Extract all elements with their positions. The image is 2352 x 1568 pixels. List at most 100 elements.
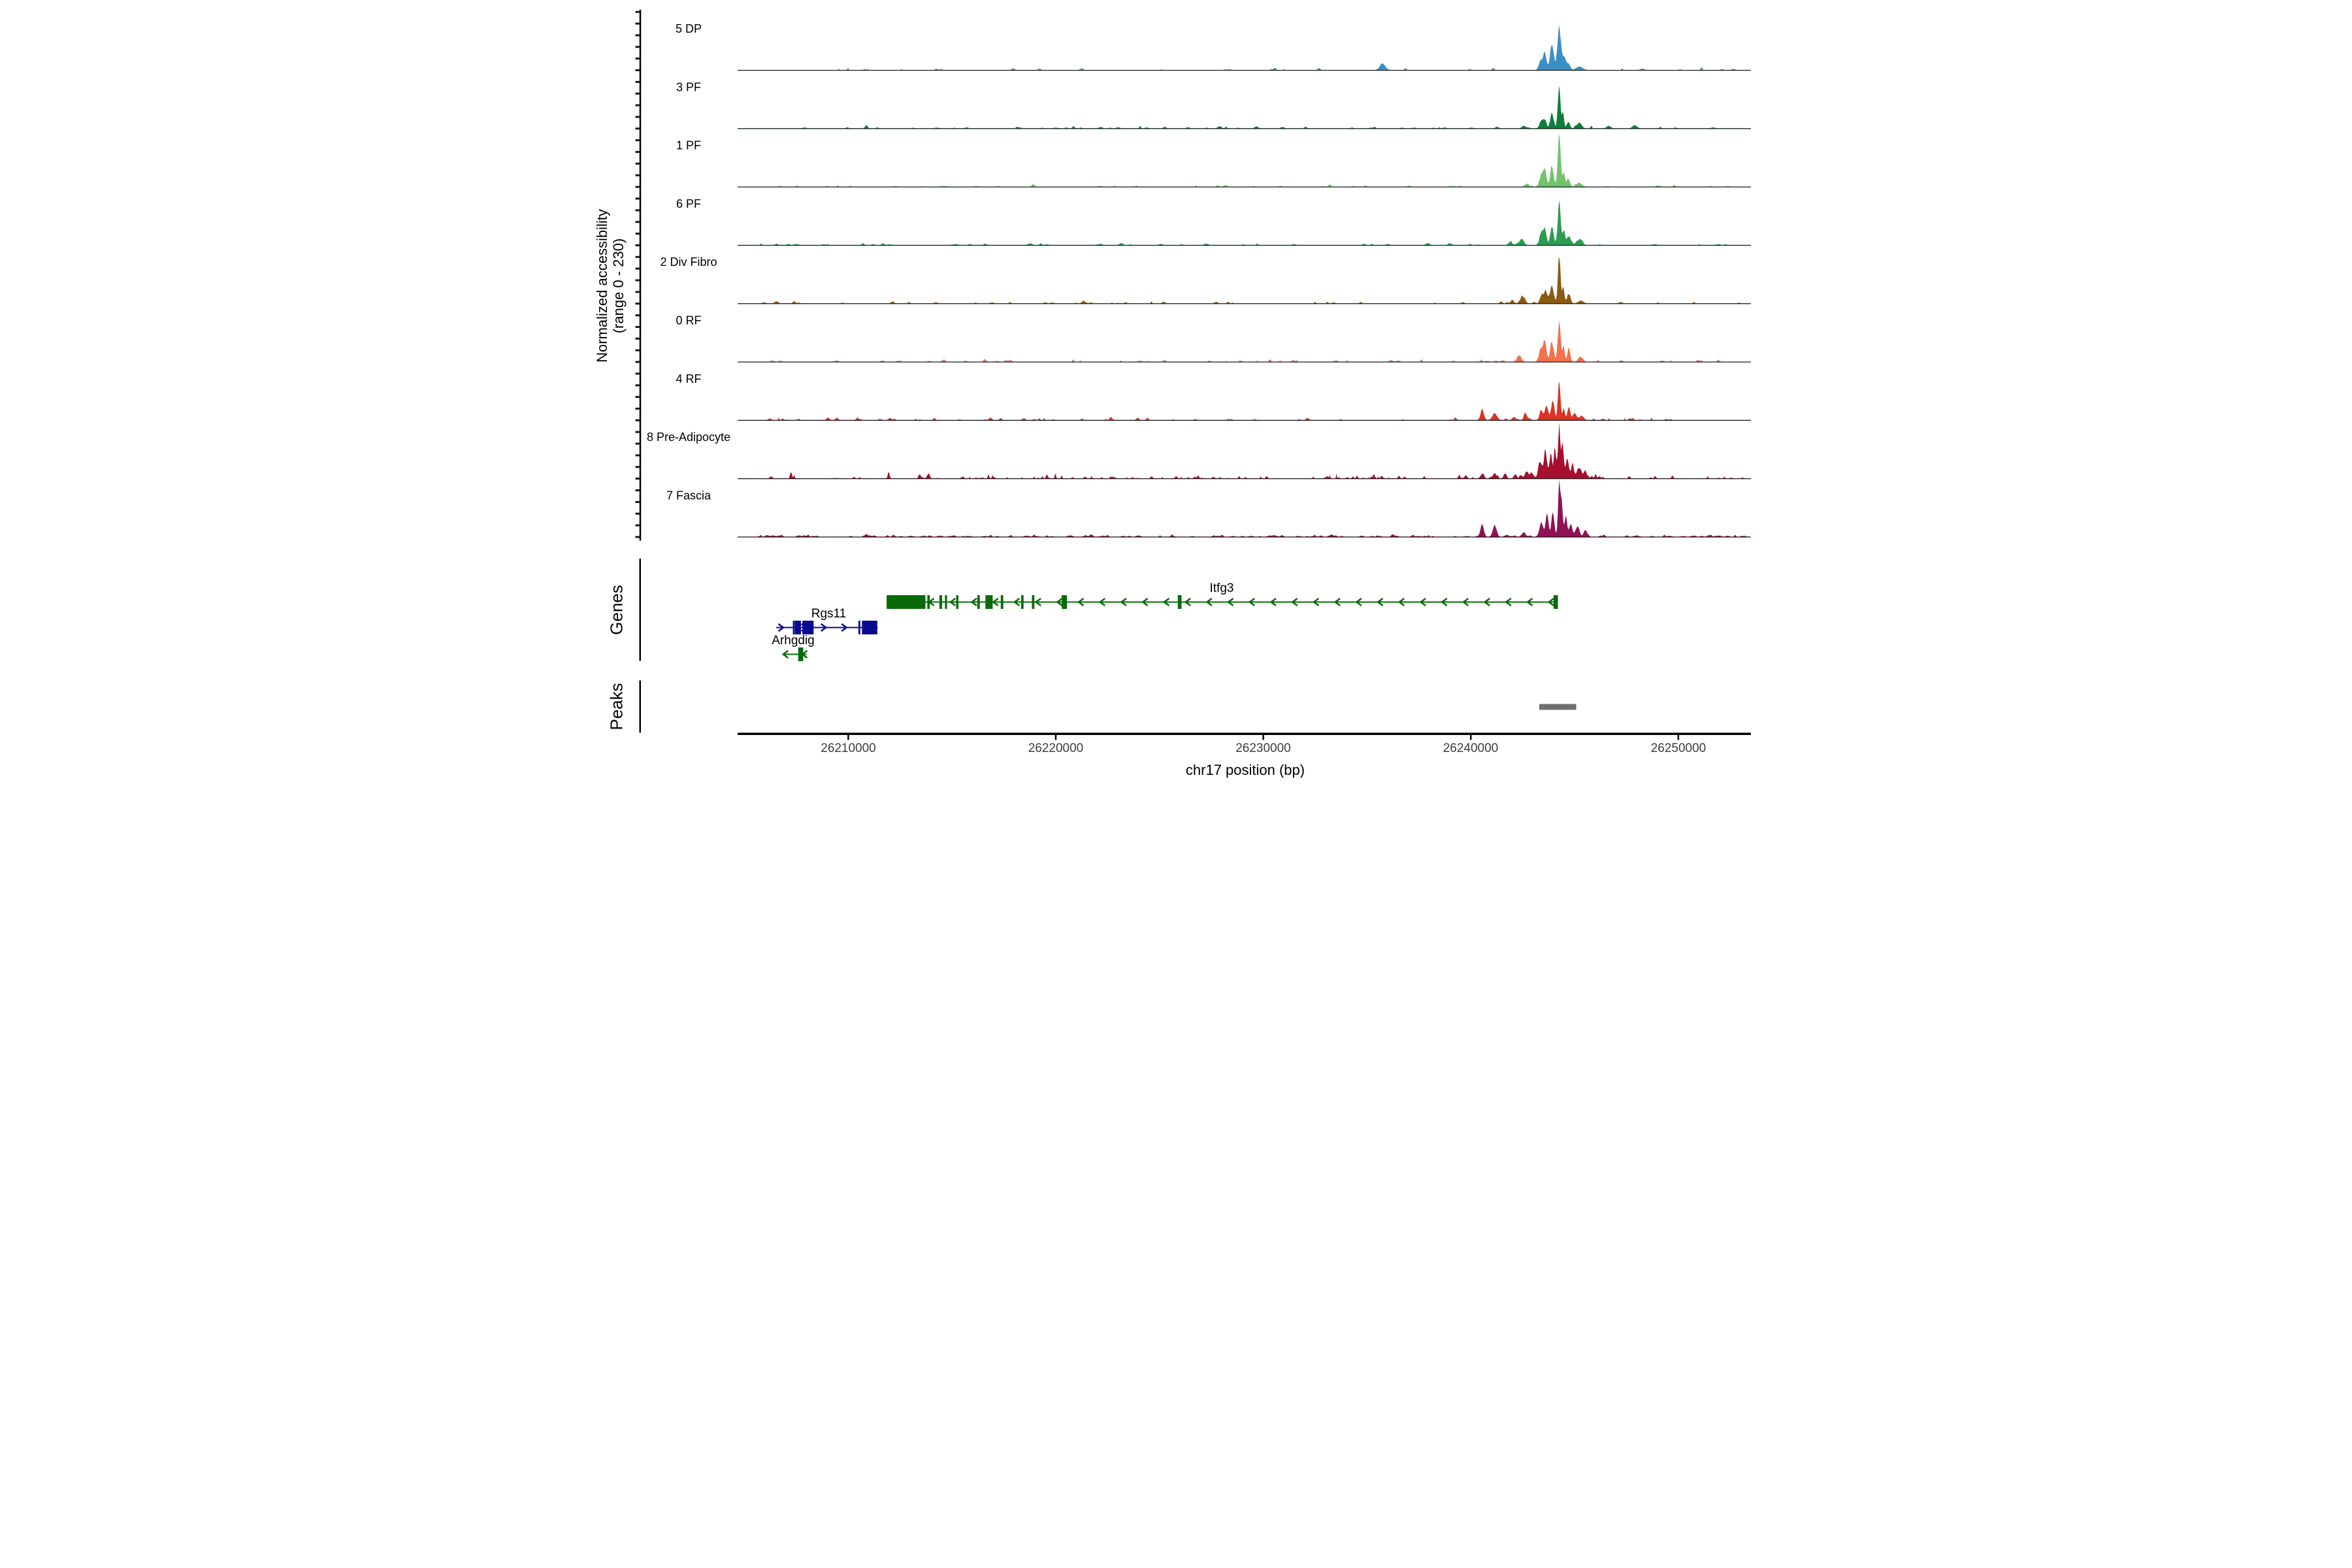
y-axis-tick <box>636 163 641 165</box>
gene-exon <box>945 595 947 609</box>
y-axis-tick <box>636 431 641 433</box>
x-tick-label: 26240000 <box>1443 742 1499 755</box>
y-axis-tick <box>636 419 641 421</box>
y-axis-tick <box>636 408 641 410</box>
gene-exon <box>798 647 804 661</box>
y-axis-tick <box>636 116 641 118</box>
y-axis-tick <box>636 93 641 95</box>
track-baseline <box>738 245 1751 246</box>
y-axis-tick <box>636 81 641 83</box>
y-axis-tick <box>636 69 641 71</box>
y-axis-tick <box>636 513 641 515</box>
y-axis-tick <box>636 11 641 13</box>
track-label: 6 PF <box>676 197 701 210</box>
y-axis-tick <box>636 302 641 304</box>
genes-section-label: Genes <box>607 585 627 635</box>
y-axis-tick <box>636 489 641 491</box>
gene-exon <box>1178 595 1182 609</box>
y-axis-tick <box>636 105 641 106</box>
gene-exon <box>1032 595 1034 609</box>
track-baseline <box>738 303 1751 304</box>
y-axis-tick <box>636 233 641 235</box>
gene-exon <box>1001 595 1004 609</box>
track-label: 2 Div Fibro <box>660 255 717 269</box>
y-axis-tick <box>636 536 641 538</box>
x-tick-label: 26210000 <box>821 742 876 755</box>
y-axis-tick <box>636 209 641 211</box>
gene-exon <box>862 621 877 634</box>
gene-exon <box>1554 595 1558 609</box>
y-axis-tick <box>636 139 641 141</box>
gene-label: Arhgdig <box>772 634 815 647</box>
track-label: 8 Pre-Adipocyte <box>647 431 730 444</box>
track-baseline <box>738 362 1751 363</box>
y-axis-label-line2: (range 0 - 230) <box>610 238 627 334</box>
y-axis-tick <box>636 396 641 398</box>
x-axis-tick <box>1055 735 1057 740</box>
y-axis-tick <box>636 280 641 282</box>
track-baseline <box>738 536 1751 537</box>
gene-exon <box>887 595 925 609</box>
y-axis-tick <box>636 186 641 188</box>
x-axis-tick <box>847 735 849 740</box>
peak-bar <box>1539 704 1576 710</box>
track-baseline <box>738 478 1751 479</box>
track-label: 0 RF <box>676 314 701 327</box>
gene-exon <box>793 621 795 634</box>
peaks-section-bracket <box>640 681 642 733</box>
y-axis-tick <box>636 372 641 374</box>
x-tick-label: 26230000 <box>1235 742 1291 755</box>
y-axis-tick <box>636 350 641 351</box>
y-axis-tick <box>636 256 641 258</box>
y-axis-tick <box>636 501 641 503</box>
peaks-section-label: Peaks <box>607 683 627 730</box>
track-label: 3 PF <box>676 81 701 94</box>
y-axis-tick <box>636 478 641 480</box>
x-axis-title: chr17 position (bp) <box>1186 762 1305 778</box>
y-axis-tick <box>636 151 641 153</box>
x-axis-tick <box>1678 735 1680 740</box>
gene-exon <box>956 595 959 609</box>
genome-browser-figure: 5 DP3 PF1 PF6 PF2 Div Fibro0 RF4 RF8 Pre… <box>588 0 1764 784</box>
track-label: 5 DP <box>676 22 702 35</box>
y-axis-tick <box>636 338 641 340</box>
y-axis-label-line1: Normalized accessibility <box>594 209 610 363</box>
gene-label: Rgs11 <box>811 607 847 621</box>
y-axis-tick <box>636 221 641 223</box>
gene-exon <box>802 621 813 634</box>
y-axis-tick <box>636 268 641 270</box>
y-axis-tick <box>636 23 641 25</box>
gene-label: Itfg3 <box>1210 581 1234 595</box>
gene-exon <box>1062 595 1067 609</box>
y-axis-tick <box>636 384 641 386</box>
x-axis-line <box>738 733 1751 736</box>
y-axis-tick <box>636 174 641 176</box>
track-label: 7 Fascia <box>666 489 711 502</box>
y-axis-tick <box>636 127 641 129</box>
y-axis-tick <box>636 525 641 527</box>
y-axis-tick <box>636 57 641 59</box>
x-axis-tick <box>1262 735 1264 740</box>
x-axis-tick <box>1470 735 1472 740</box>
y-axis-tick <box>636 198 641 200</box>
gene-exon <box>858 621 860 634</box>
coverage-plot-svg: 5 DP3 PF1 PF6 PF2 Div Fibro0 RF4 RF8 Pre… <box>588 0 1764 784</box>
y-axis-tick <box>636 326 641 328</box>
y-axis-tick <box>636 443 641 445</box>
track-baseline <box>738 420 1751 421</box>
x-tick-label: 26250000 <box>1651 742 1707 755</box>
y-axis-line <box>640 10 642 541</box>
y-axis-tick <box>636 244 641 246</box>
track-baseline <box>738 70 1751 71</box>
y-axis-tick <box>636 361 641 363</box>
track-baseline <box>738 128 1751 129</box>
track-baseline <box>738 187 1751 188</box>
y-axis-tick <box>636 291 641 293</box>
gene-exon <box>977 595 980 609</box>
called-peaks <box>1539 704 1576 710</box>
gene-exon <box>927 595 930 609</box>
genes-section-bracket <box>640 559 642 661</box>
y-axis-tick <box>636 46 641 48</box>
gene-exon <box>985 595 992 609</box>
gene-exon <box>1021 595 1024 609</box>
